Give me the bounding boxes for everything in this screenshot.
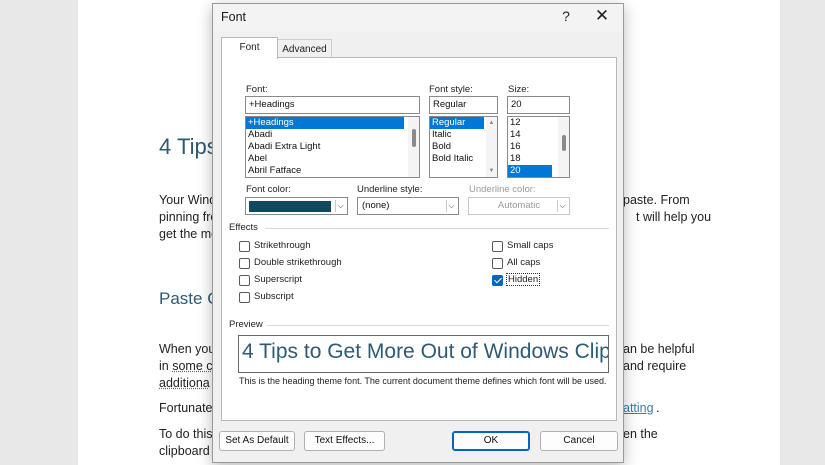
- scrollbar-thumb[interactable]: [562, 135, 566, 151]
- checkbox-box[interactable]: [239, 241, 250, 252]
- chevron-down-icon: ⌵: [557, 200, 567, 212]
- underline-color-dropdown[interactable]: Automatic ⌵: [468, 197, 570, 215]
- scrollbar[interactable]: [558, 117, 569, 177]
- doc-text: additiona: [159, 376, 210, 390]
- tab-font[interactable]: Font: [221, 37, 278, 59]
- doc-link[interactable]: atting: [623, 399, 654, 417]
- preview-note: This is the heading theme font. The curr…: [239, 376, 607, 386]
- size-input[interactable]: 20: [507, 96, 570, 114]
- scrollbar-thumb[interactable]: [412, 129, 416, 147]
- ok-button[interactable]: OK: [452, 431, 530, 451]
- close-icon[interactable]: ✕: [591, 6, 613, 26]
- doc-subheading: Paste C: [159, 289, 220, 308]
- chevron-down-icon: ⌵: [335, 200, 345, 212]
- underline-color-value: Automatic: [497, 200, 541, 211]
- doc-text: and require: [623, 359, 687, 373]
- preview-text: 4 Tips to Get More Out of Windows Clipbo…: [242, 340, 609, 363]
- scrollbar[interactable]: [408, 117, 419, 177]
- list-item[interactable]: Abril Fatface: [246, 165, 419, 177]
- doc-text: in some c: [159, 357, 213, 375]
- list-item[interactable]: Abadi: [246, 129, 419, 141]
- checkbox-label: Subscript: [254, 291, 294, 302]
- doc-text: en the: [623, 427, 658, 441]
- font-color-swatch: [249, 201, 331, 212]
- list-item[interactable]: Regular: [430, 117, 484, 129]
- doc-heading: 4 Tips: [159, 134, 218, 159]
- preview-group-label: Preview: [229, 319, 263, 330]
- cancel-button[interactable]: Cancel: [540, 431, 618, 451]
- list-item[interactable]: +Headings: [246, 117, 404, 129]
- help-icon[interactable]: ?: [557, 8, 575, 24]
- preview-box: 4 Tips to Get More Out of Windows Clipbo…: [238, 335, 609, 373]
- doc-text: Your Wind: [159, 193, 217, 207]
- underline-color-label: Underline color:: [469, 184, 536, 195]
- underline-style-dropdown[interactable]: (none) ⌵: [357, 197, 459, 215]
- font-style-input[interactable]: Regular: [429, 96, 498, 114]
- font-name-list[interactable]: +Headings Abadi Abadi Extra Light Abel A…: [245, 116, 420, 178]
- dialog-title: Font: [221, 10, 247, 24]
- font-name-input[interactable]: +Headings: [245, 96, 420, 114]
- font-color-dropdown[interactable]: ⌵: [245, 197, 348, 215]
- checkbox-label: Strikethrough: [254, 240, 311, 251]
- doc-text: an be helpful: [623, 342, 695, 356]
- text-effects-button[interactable]: Text Effects...: [304, 431, 385, 451]
- divider: [267, 325, 609, 326]
- check-icon[interactable]: [492, 275, 503, 286]
- doc-text: get the mo: [159, 227, 219, 241]
- tab-advanced[interactable]: Advanced: [277, 39, 332, 58]
- scrollbar[interactable]: ▲ ▼: [486, 117, 497, 177]
- doc-text: .: [656, 401, 660, 415]
- font-style-list[interactable]: Regular Italic Bold Bold Italic ▲ ▼: [429, 116, 498, 178]
- doc-text: Fortunate: [159, 401, 213, 415]
- checkbox-box[interactable]: [239, 275, 250, 286]
- scroll-down-icon[interactable]: ▼: [487, 167, 496, 175]
- list-item[interactable]: Abadi Extra Light: [246, 141, 419, 153]
- size-list[interactable]: 12 14 16 18 20: [507, 116, 570, 178]
- chevron-down-icon: ⌵: [446, 200, 456, 212]
- size-label: Size:: [508, 84, 530, 95]
- checkbox-box[interactable]: [492, 241, 503, 252]
- doc-text: When you: [159, 342, 216, 356]
- checkbox-box[interactable]: [492, 258, 503, 269]
- checkbox-label: Small caps: [507, 240, 554, 251]
- checkbox-box[interactable]: [239, 292, 250, 303]
- list-item[interactable]: 20: [508, 165, 552, 177]
- doc-text: paste. From: [623, 193, 690, 207]
- checkbox-box[interactable]: [239, 258, 250, 269]
- list-item[interactable]: Abel: [246, 153, 419, 165]
- dialog-titlebar: Font ? ✕: [213, 4, 623, 32]
- underline-style-label: Underline style:: [357, 184, 423, 195]
- doc-text: clipboard: [159, 444, 210, 458]
- doc-text: To do this: [159, 427, 213, 441]
- font-style-label: Font style:: [429, 84, 473, 95]
- doc-text: pinning fre: [159, 210, 218, 224]
- font-label: Font:: [246, 84, 268, 95]
- set-as-default-button[interactable]: Set As Default: [219, 431, 295, 451]
- doc-text: t will help you: [636, 210, 712, 224]
- checkbox-label: Hidden: [505, 273, 541, 286]
- doc-text: in: [159, 359, 173, 373]
- checkbox-label: Superscript: [254, 274, 303, 285]
- effects-group-label: Effects: [229, 222, 258, 233]
- font-color-label: Font color:: [246, 184, 291, 195]
- divider: [265, 228, 609, 229]
- underline-style-value: (none): [362, 200, 390, 211]
- spell-check-mark: some c: [172, 359, 213, 373]
- checkbox-label: All caps: [507, 257, 541, 268]
- checkbox-label: Double strikethrough: [254, 257, 342, 268]
- scroll-up-icon[interactable]: ▲: [487, 119, 496, 127]
- font-dialog: Font ? ✕ Font Advanced Font: +Headings +…: [212, 3, 624, 463]
